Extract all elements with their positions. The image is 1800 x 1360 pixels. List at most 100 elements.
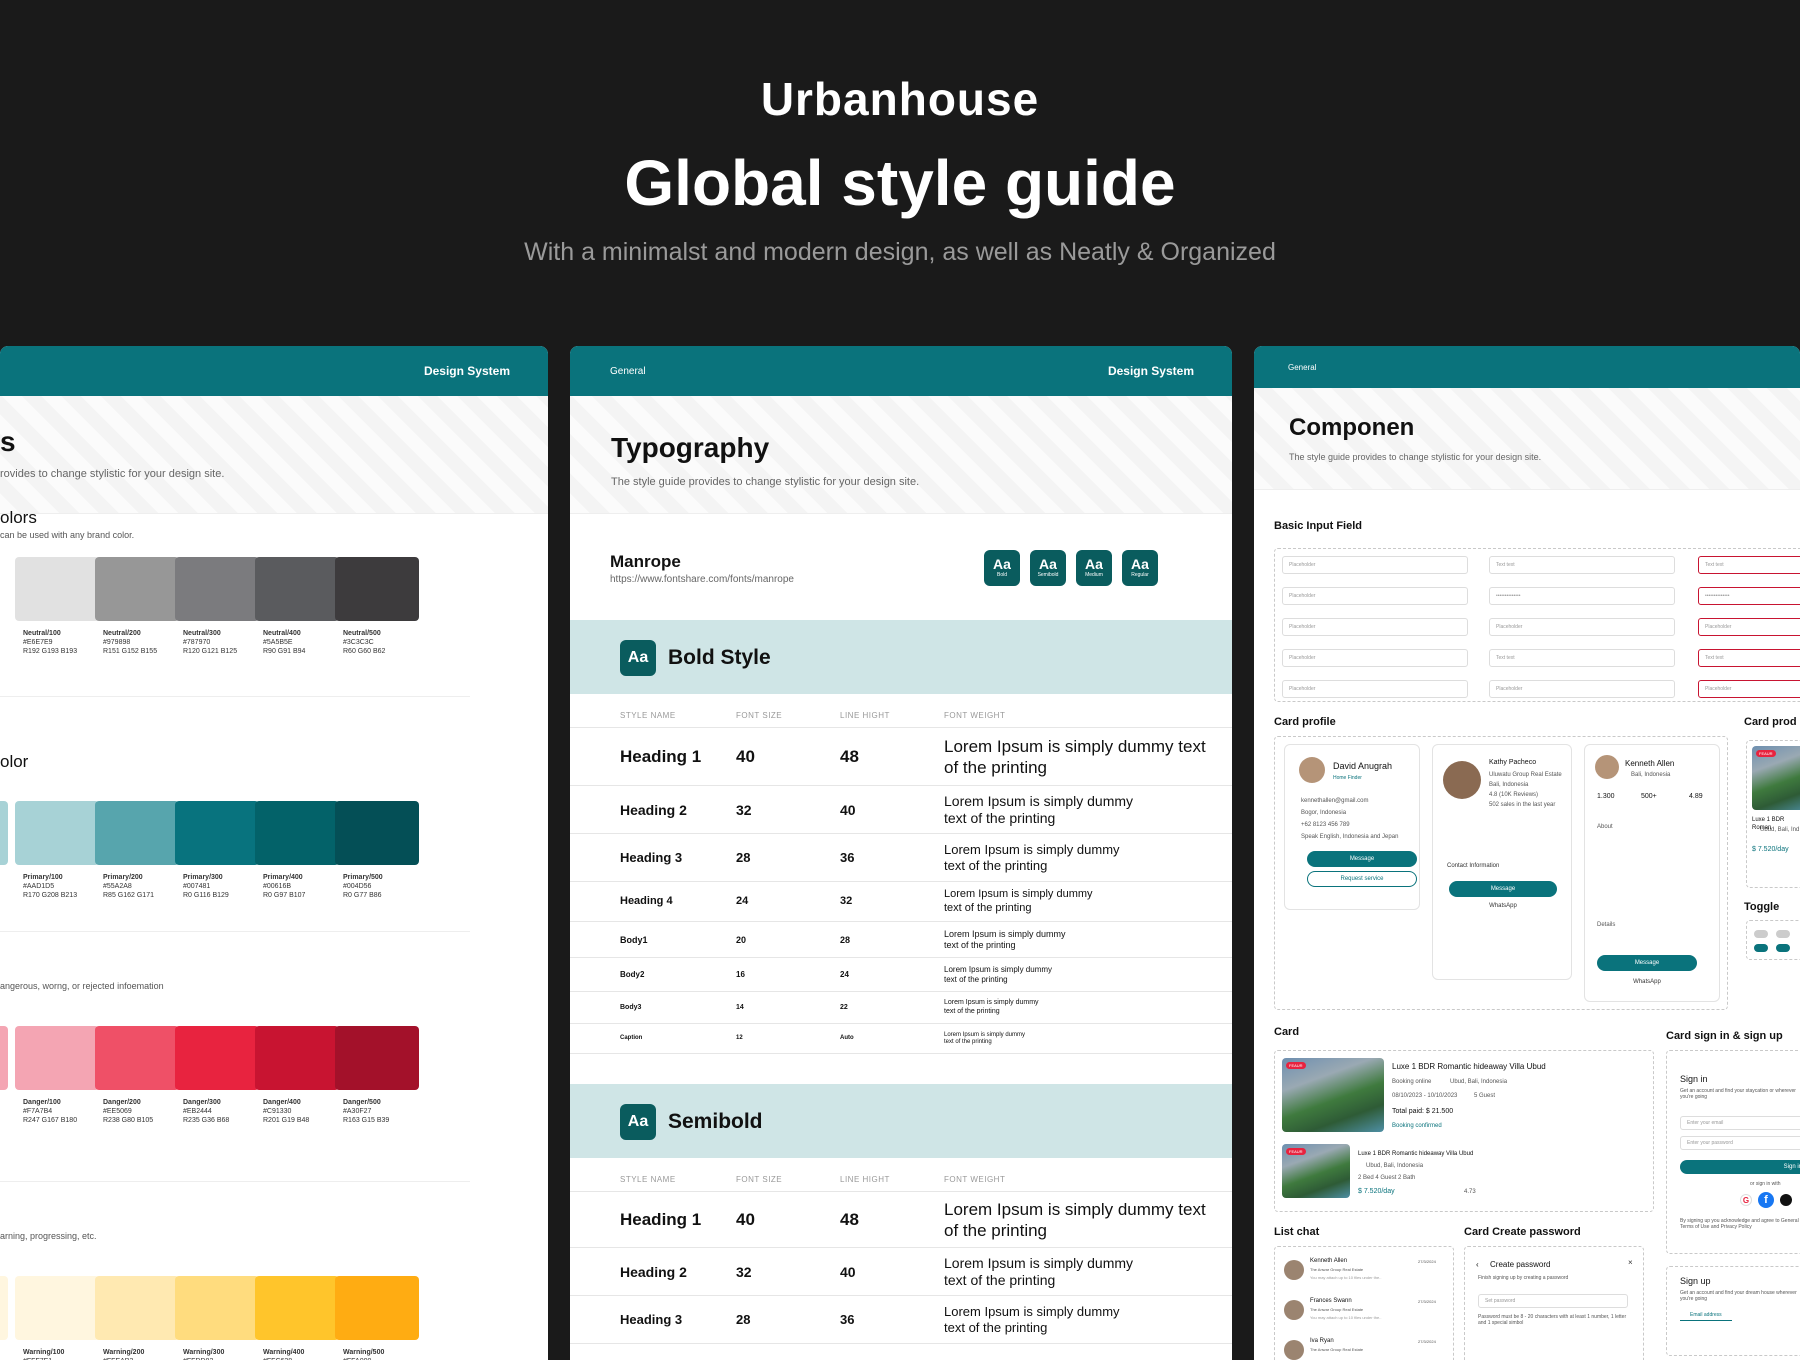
sample-text: Lorem Ipsum is simply dummy text of the … <box>944 888 1093 914</box>
profile-card-1: David Anugrah Home Finder kennethallen@g… <box>1284 744 1420 910</box>
toggle-on[interactable] <box>1776 944 1790 952</box>
message-button[interactable]: Message <box>1449 881 1557 897</box>
input-field[interactable]: Placeholder <box>1489 680 1675 698</box>
panel-header: s rovides to change stylistic for your d… <box>0 396 548 514</box>
swatch-name: Neutral/500 <box>343 630 381 637</box>
sample-text: Lorem Ipsum is simply dummy text of the … <box>944 1254 1134 1289</box>
headline: Global style guide <box>624 147 1176 219</box>
set-password-input[interactable]: Set password <box>1478 1294 1628 1308</box>
signup-desc: Get an account and find your dream house… <box>1680 1290 1797 1302</box>
input-field[interactable]: Placeholder <box>1698 618 1800 636</box>
chevron-left-icon[interactable]: ‹ <box>1476 1260 1479 1269</box>
chat-company: The Anwar Group Real Estate <box>1310 1347 1364 1352</box>
google-icon[interactable]: G <box>1740 1194 1752 1206</box>
panel-title: Componen <box>1289 414 1415 441</box>
section-desc: angerous, worng, or rejected infoemation <box>0 981 164 991</box>
color-swatch <box>95 1276 179 1340</box>
color-swatch-partial <box>0 801 8 865</box>
apple-icon[interactable] <box>1780 1194 1792 1206</box>
section-divider <box>0 696 470 697</box>
input-field[interactable]: Text text <box>1698 649 1800 667</box>
input-field[interactable]: Placeholder <box>1489 618 1675 636</box>
booking-guests: 5 Guest <box>1474 1093 1496 1099</box>
swatch-label: Primary/500 #004D56 R0 G77 B86 <box>343 873 383 900</box>
aa-icon: Aa <box>620 640 656 676</box>
line-height: 40 <box>840 1263 856 1280</box>
password-input[interactable]: Enter your password <box>1680 1136 1800 1150</box>
color-swatch <box>255 1026 339 1090</box>
swatch-name: Primary/400 <box>263 874 303 881</box>
profile-rating: 4.8 (10K Reviews) <box>1489 792 1539 798</box>
input-field[interactable]: Placeholder <box>1282 618 1468 636</box>
color-swatch <box>175 1026 259 1090</box>
swatch-label: Neutral/500 #3C3C3C R60 G60 B62 <box>343 629 385 656</box>
message-button[interactable]: Message <box>1597 955 1697 971</box>
whatsapp-button[interactable]: WhatsApp <box>1449 903 1557 909</box>
color-swatch <box>15 557 99 621</box>
color-swatch <box>255 557 339 621</box>
swatch-label: Warning/500#FFA000R255 G173 B13 <box>343 1348 393 1360</box>
input-field[interactable]: Text text <box>1489 649 1675 667</box>
input-field[interactable]: •••••••••••••• <box>1698 587 1800 605</box>
signin-alt: or sign in with <box>1750 1181 1781 1187</box>
swatch-name: Danger/100 <box>23 1099 61 1106</box>
table-row: Heading 3 28 36 Lorem Ipsum is simply dummy… <box>570 834 1232 882</box>
input-field[interactable]: Placeholder <box>1698 680 1800 698</box>
aa-text: Aa <box>1039 556 1057 572</box>
toggle-off[interactable] <box>1776 930 1790 938</box>
section-desc: arning, progressing, etc. <box>0 1231 97 1241</box>
toggle-off[interactable] <box>1754 930 1768 938</box>
stat-3: 4.89 <box>1689 793 1703 800</box>
list-chat-label: List chat <box>1274 1226 1320 1238</box>
message-button[interactable]: Message <box>1307 851 1417 867</box>
whatsapp-button[interactable]: WhatsApp <box>1597 979 1697 985</box>
font-size: 14 <box>736 1003 744 1011</box>
booking-price: $ 7.520/day <box>1358 1188 1395 1195</box>
swatch-hex: #3C3C3C <box>343 639 374 646</box>
swatch-rgb: R0 G97 B107 <box>263 892 306 899</box>
table-row: Body3 14 22 Lorem Ipsum is simply dummy tex… <box>570 992 1232 1024</box>
table-row: Body1 20 28 Lorem Ipsum is simply dummy tex… <box>570 922 1232 958</box>
close-icon[interactable]: × <box>1628 1258 1633 1267</box>
toggle-label: Toggle <box>1744 901 1780 913</box>
section-title: olor <box>0 752 29 771</box>
input-field[interactable]: •••••••••••••• <box>1489 587 1675 605</box>
weight-name: Medium <box>1085 572 1103 578</box>
swatch-label: Warning/100#FFF7E1R255 G247 B225 <box>23 1348 77 1360</box>
facebook-icon[interactable]: f <box>1758 1192 1774 1208</box>
table-header: STYLE NAME <box>620 1175 676 1184</box>
input-field[interactable]: Placeholder <box>1282 649 1468 667</box>
section-divider <box>0 1181 470 1182</box>
chat-name: Frances Swann <box>1310 1298 1352 1304</box>
input-field[interactable]: Placeholder <box>1282 587 1468 605</box>
stat-1: 1.300 <box>1597 793 1615 800</box>
line-height: 36 <box>840 850 855 866</box>
table-row: Heading 2 32 40 Lorem Ipsum is simply dummy… <box>570 786 1232 834</box>
chat-date: 27/3/2024 <box>1418 1259 1436 1264</box>
color-swatch <box>95 1026 179 1090</box>
line-height: Auto <box>840 1035 854 1042</box>
create-password-title: Create password <box>1490 1260 1551 1269</box>
input-field[interactable]: Text text <box>1698 556 1800 574</box>
color-swatch <box>335 1276 419 1340</box>
email-tab[interactable]: Email address <box>1680 1312 1732 1321</box>
input-field[interactable]: Text text <box>1489 556 1675 574</box>
font-url[interactable]: https://www.fontshare.com/fonts/manrope <box>610 574 794 585</box>
swatch-hex: #EB2444 <box>183 1108 212 1115</box>
input-field[interactable]: Placeholder <box>1282 556 1468 574</box>
color-swatch <box>95 801 179 865</box>
toggle-on[interactable] <box>1754 944 1768 952</box>
swatch-hex: #C91330 <box>263 1108 292 1115</box>
table-row: Heading 1 40 48 Lorem Ipsum is simply dummy… <box>570 1192 1232 1248</box>
swatch-name: Neutral/100 <box>23 630 61 637</box>
toggle-box <box>1746 920 1800 960</box>
create-password-desc: Finish signing up by creating a password <box>1478 1275 1569 1281</box>
email-input[interactable]: Enter your email <box>1680 1116 1800 1130</box>
input-field[interactable]: Placeholder <box>1282 680 1468 698</box>
panel-header: Componen The style guide provides to cha… <box>1254 388 1800 490</box>
request-service-button[interactable]: Request service <box>1307 871 1417 887</box>
signin-button[interactable]: Sign in <box>1680 1160 1800 1174</box>
font-size: 20 <box>736 934 747 945</box>
sample-text: Lorem Ipsum is simply dummy text of the … <box>944 1031 1026 1046</box>
prod-price: $ 7.520/day <box>1752 846 1789 853</box>
